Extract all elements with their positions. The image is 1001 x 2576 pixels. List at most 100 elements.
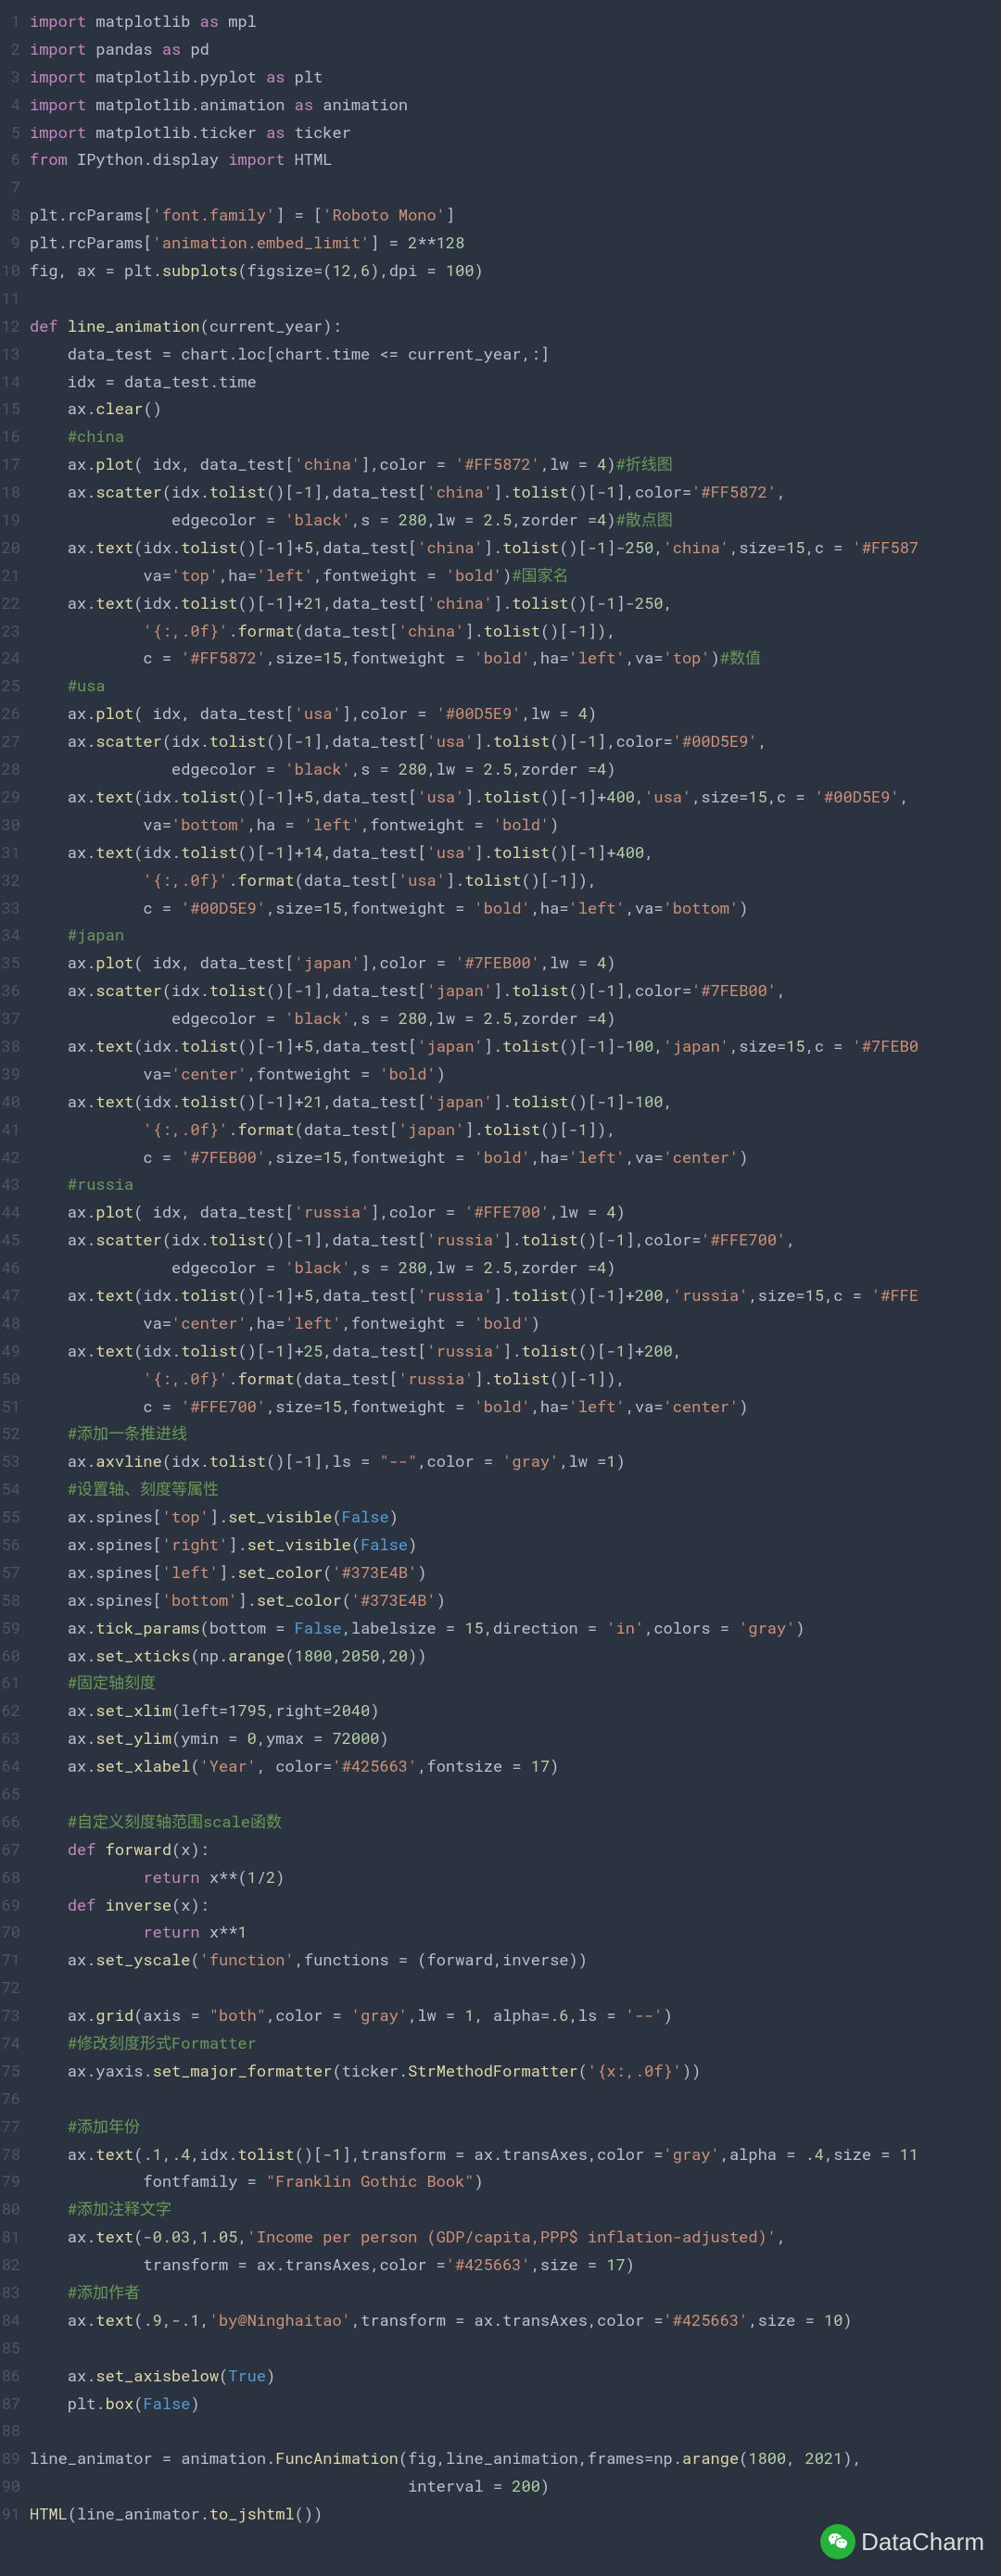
code-line[interactable] <box>30 1780 1001 1808</box>
code-line[interactable]: '{:,.0f}'.format(data_test['russia'].tol… <box>30 1365 1001 1393</box>
code-line[interactable] <box>30 173 1001 201</box>
code-line[interactable]: ax.spines['top'].set_visible(False) <box>30 1503 1001 1531</box>
code-line[interactable]: import matplotlib as mpl <box>30 7 1001 35</box>
code-line[interactable]: ax.scatter(idx.tolist()[-1],data_test['j… <box>30 977 1001 1004</box>
code-line[interactable]: import matplotlib.pyplot as plt <box>30 63 1001 91</box>
code-line[interactable]: ax.text(.1,.4,idx.tolist()[-1],transform… <box>30 2140 1001 2168</box>
line-number: 26 <box>0 700 20 727</box>
code-line[interactable]: ax.set_ylim(ymin = 0,ymax = 72000) <box>30 1724 1001 1752</box>
code-line[interactable]: #添加作者 <box>30 2279 1001 2306</box>
code-line[interactable]: ax.text(idx.tolist()[-1]+5,data_test['ch… <box>30 534 1001 562</box>
code-line[interactable]: #添加注释文字 <box>30 2195 1001 2223</box>
code-line[interactable]: va='top',ha='left',fontweight = 'bold')#… <box>30 562 1001 589</box>
code-line[interactable]: #自定义刻度轴范围scale函数 <box>30 1808 1001 1836</box>
code-line[interactable]: HTML(line_animator.to_jshtml()) <box>30 2500 1001 2528</box>
code-line[interactable]: #usa <box>30 672 1001 700</box>
code-line[interactable]: edgecolor = 'black',s = 280,lw = 2.5,zor… <box>30 1004 1001 1032</box>
code-line[interactable]: ax.text(idx.tolist()[-1]+21,data_test['c… <box>30 589 1001 617</box>
code-line[interactable]: c = '#FFE700',size=15,fontweight = 'bold… <box>30 1393 1001 1421</box>
code-line[interactable]: plt.box(False) <box>30 2390 1001 2418</box>
code-line[interactable]: ax.scatter(idx.tolist()[-1],data_test['r… <box>30 1226 1001 1254</box>
code-line[interactable]: '{:,.0f}'.format(data_test['japan'].toli… <box>30 1116 1001 1143</box>
code-line[interactable]: '{:,.0f}'.format(data_test['china'].toli… <box>30 617 1001 645</box>
code-line[interactable]: def line_animation(current_year): <box>30 312 1001 340</box>
code-line[interactable]: #china <box>30 423 1001 450</box>
code-line[interactable]: edgecolor = 'black',s = 280,lw = 2.5,zor… <box>30 755 1001 783</box>
code-line[interactable]: ax.spines['right'].set_visible(False) <box>30 1531 1001 1559</box>
code-line[interactable]: ax.spines['bottom'].set_color('#373E4B') <box>30 1586 1001 1614</box>
code-line[interactable]: ax.text(idx.tolist()[-1]+25,data_test['r… <box>30 1337 1001 1365</box>
code-line[interactable]: import matplotlib.ticker as ticker <box>30 119 1001 146</box>
code-line[interactable]: ax.set_xticks(np.arange(1800,2050,20)) <box>30 1642 1001 1670</box>
code-line[interactable]: ax.grid(axis = "both",color = 'gray',lw … <box>30 2001 1001 2029</box>
code-line[interactable]: ax.text(.9,-.1,'by@Ninghaitao',transform… <box>30 2306 1001 2334</box>
code-line[interactable]: ax.text(idx.tolist()[-1]+21,data_test['j… <box>30 1088 1001 1116</box>
code-line[interactable]: ax.scatter(idx.tolist()[-1],data_test['c… <box>30 478 1001 506</box>
code-line[interactable] <box>30 2085 1001 2113</box>
code-line[interactable] <box>30 2417 1001 2444</box>
code-line[interactable]: va='center',fontweight = 'bold') <box>30 1060 1001 1088</box>
code-line[interactable]: ax.axvline(idx.tolist()[-1],ls = "--",co… <box>30 1447 1001 1475</box>
code-line[interactable]: #修改刻度形式Formatter <box>30 2029 1001 2057</box>
code-line[interactable]: ax.plot( idx, data_test['usa'],color = '… <box>30 700 1001 727</box>
line-number: 86 <box>0 2362 20 2390</box>
code-line[interactable]: line_animator = animation.FuncAnimation(… <box>30 2444 1001 2472</box>
code-line[interactable]: #添加年份 <box>30 2113 1001 2140</box>
code-line[interactable]: data_test = chart.loc[chart.time <= curr… <box>30 340 1001 368</box>
code-line[interactable]: #固定轴刻度 <box>30 1669 1001 1697</box>
code-line[interactable]: #添加一条推进线 <box>30 1420 1001 1447</box>
code-line[interactable]: #设置轴、刻度等属性 <box>30 1475 1001 1503</box>
code-line[interactable]: import pandas as pd <box>30 35 1001 63</box>
line-number: 3 <box>0 63 20 91</box>
code-line[interactable]: ax.set_yscale('function',functions = (fo… <box>30 1946 1001 1974</box>
code-line[interactable]: edgecolor = 'black',s = 280,lw = 2.5,zor… <box>30 1254 1001 1282</box>
code-line[interactable]: ax.set_xlim(left=1795,right=2040) <box>30 1697 1001 1724</box>
code-line[interactable]: ax.set_axisbelow(True) <box>30 2362 1001 2390</box>
code-line[interactable]: '{:,.0f}'.format(data_test['usa'].tolist… <box>30 866 1001 894</box>
code-line[interactable]: ax.plot( idx, data_test['russia'],color … <box>30 1198 1001 1226</box>
code-line[interactable]: va='center',ha='left',fontweight = 'bold… <box>30 1309 1001 1337</box>
code-line[interactable]: ax.text(idx.tolist()[-1]+14,data_test['u… <box>30 839 1001 866</box>
line-number: 16 <box>0 423 20 450</box>
code-line[interactable]: fig, ax = plt.subplots(figsize=(12,6),dp… <box>30 257 1001 284</box>
code-line[interactable] <box>30 1974 1001 2001</box>
code-line[interactable]: ax.scatter(idx.tolist()[-1],data_test['u… <box>30 727 1001 755</box>
code-line[interactable]: #russia <box>30 1170 1001 1198</box>
code-line[interactable]: ax.set_xlabel('Year', color='#425663',fo… <box>30 1752 1001 1780</box>
code-body[interactable]: import matplotlib as mplimport pandas as… <box>30 7 1001 2528</box>
code-line[interactable]: ax.yaxis.set_major_formatter(ticker.StrM… <box>30 2057 1001 2085</box>
code-line[interactable]: ax.plot( idx, data_test['china'],color =… <box>30 450 1001 478</box>
code-line[interactable]: import matplotlib.animation as animation <box>30 91 1001 119</box>
code-line[interactable]: ax.clear() <box>30 395 1001 423</box>
code-line[interactable]: plt.rcParams['font.family'] = ['Roboto M… <box>30 201 1001 229</box>
code-line[interactable]: ax.plot( idx, data_test['japan'],color =… <box>30 949 1001 977</box>
code-line[interactable] <box>30 284 1001 312</box>
code-line[interactable]: def forward(x): <box>30 1836 1001 1863</box>
code-line[interactable] <box>30 2334 1001 2362</box>
code-line[interactable]: plt.rcParams['animation.embed_limit'] = … <box>30 229 1001 257</box>
code-line[interactable]: idx = data_test.time <box>30 368 1001 396</box>
code-line[interactable]: ax.text(idx.tolist()[-1]+5,data_test['ru… <box>30 1282 1001 1309</box>
line-number: 91 <box>0 2500 20 2528</box>
line-number: 17 <box>0 450 20 478</box>
code-line[interactable]: ax.tick_params(bottom = False,labelsize … <box>30 1614 1001 1642</box>
code-line[interactable]: def inverse(x): <box>30 1891 1001 1919</box>
code-line[interactable]: ax.text(idx.tolist()[-1]+5,data_test['us… <box>30 783 1001 811</box>
code-line[interactable]: va='bottom',ha = 'left',fontweight = 'bo… <box>30 811 1001 839</box>
code-line[interactable]: c = '#7FEB00',size=15,fontweight = 'bold… <box>30 1143 1001 1171</box>
code-line[interactable]: c = '#00D5E9',size=15,fontweight = 'bold… <box>30 894 1001 922</box>
code-line[interactable]: edgecolor = 'black',s = 280,lw = 2.5,zor… <box>30 506 1001 534</box>
code-line[interactable]: return x**(1/2) <box>30 1863 1001 1891</box>
line-number: 78 <box>0 2140 20 2168</box>
code-line[interactable]: interval = 200) <box>30 2472 1001 2500</box>
code-line[interactable]: fontfamily = "Franklin Gothic Book") <box>30 2167 1001 2195</box>
code-line[interactable]: ax.spines['left'].set_color('#373E4B') <box>30 1559 1001 1586</box>
code-line[interactable]: #japan <box>30 921 1001 949</box>
line-number: 14 <box>0 368 20 396</box>
code-line[interactable]: ax.text(-0.03,1.05,'Income per person (G… <box>30 2223 1001 2251</box>
code-line[interactable]: from IPython.display import HTML <box>30 145 1001 173</box>
code-line[interactable]: transform = ax.transAxes,color ='#425663… <box>30 2251 1001 2279</box>
code-line[interactable]: ax.text(idx.tolist()[-1]+5,data_test['ja… <box>30 1032 1001 1060</box>
code-line[interactable]: return x**1 <box>30 1918 1001 1946</box>
code-line[interactable]: c = '#FF5872',size=15,fontweight = 'bold… <box>30 644 1001 672</box>
